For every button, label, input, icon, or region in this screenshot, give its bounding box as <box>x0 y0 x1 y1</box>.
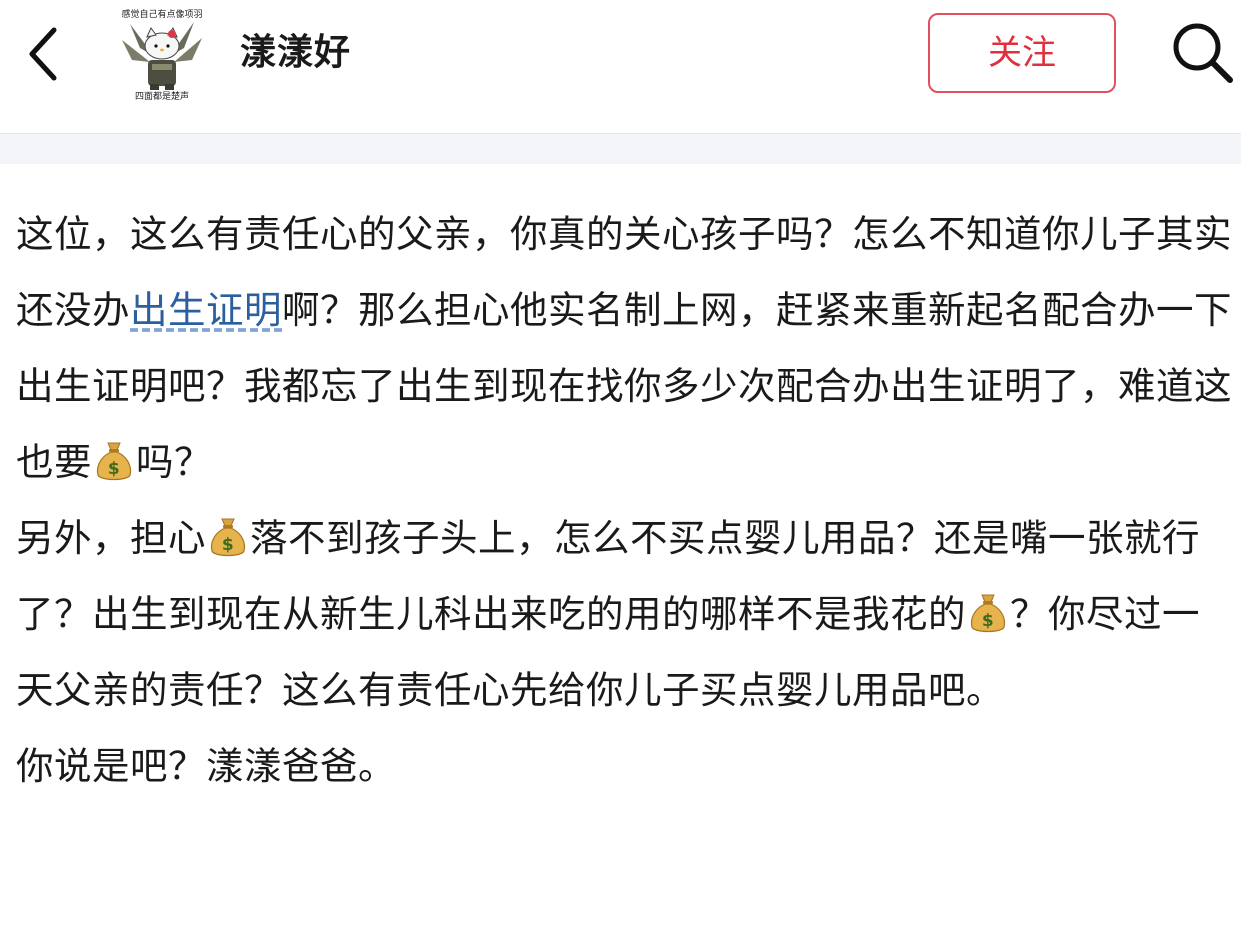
avatar[interactable]: 感觉自己有点像项羽 四面都是楚声 <box>110 4 214 104</box>
post-text: 吗？ <box>136 440 212 484</box>
svg-text:$: $ <box>108 459 120 479</box>
chevron-left-icon <box>29 27 57 81</box>
post-body: 这位，这么有责任心的父亲，你真的关心孩子吗？怎么不知道你儿子其实还没办出生证明啊… <box>16 196 1236 804</box>
money-bag-icon: $ <box>96 442 132 481</box>
post-paragraph-1: 这位，这么有责任心的父亲，你真的关心孩子吗？怎么不知道你儿子其实还没办出生证明啊… <box>16 196 1236 500</box>
back-button[interactable] <box>16 24 76 84</box>
post-paragraph-2: 另外，担心 $ 落不到孩子头上，怎么不买点婴儿用品？还是嘴一张就行了？出生到现在从新… <box>16 500 1236 728</box>
post-text: 你说是吧？漾漾爸爸。 <box>16 744 396 788</box>
search-button[interactable] <box>1168 18 1236 86</box>
avatar-caption-bottom: 四面都是楚声 <box>134 92 189 102</box>
username[interactable]: 漾漾好 <box>240 30 351 76</box>
header-divider <box>0 134 1241 164</box>
svg-text:$: $ <box>982 611 994 631</box>
follow-button[interactable]: 关注 <box>928 13 1116 93</box>
avatar-illustration <box>122 22 202 90</box>
birth-certificate-link[interactable]: 出生证明 <box>130 288 282 332</box>
money-bag-icon: $ <box>210 518 246 557</box>
money-bag-icon: $ <box>970 594 1006 633</box>
post-paragraph-3: 你说是吧？漾漾爸爸。 <box>16 728 1236 804</box>
svg-text:$: $ <box>222 535 234 555</box>
post-text: 另外，担心 <box>16 516 206 560</box>
search-icon <box>1173 23 1233 83</box>
top-bar: 感觉自己有点像项羽 四面都是楚声 漾漾好 关注 <box>0 0 1241 134</box>
